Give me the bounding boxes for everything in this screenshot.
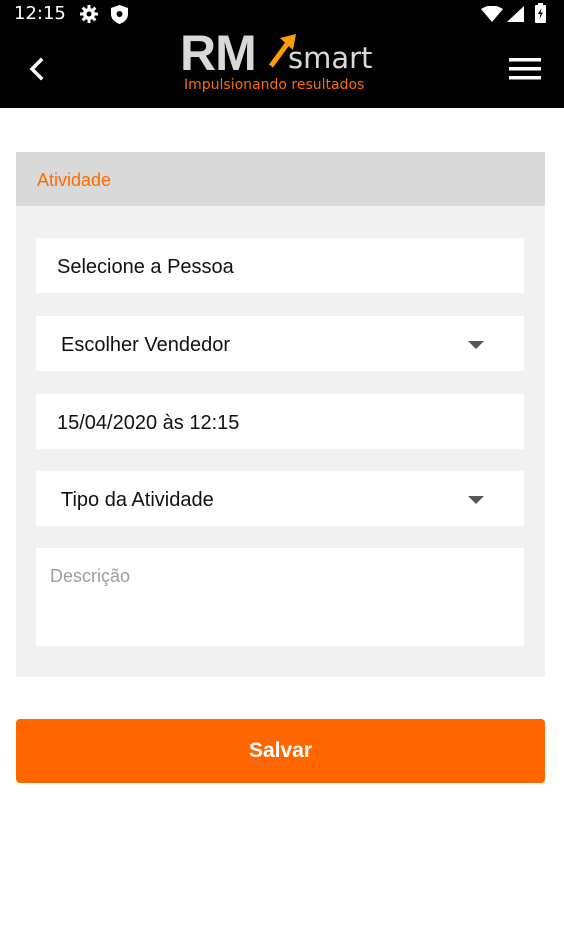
logo-tagline: Impulsionando resultados bbox=[184, 77, 365, 93]
person-select-field[interactable]: Selecione a Pessoa bbox=[36, 238, 524, 293]
caret-down-icon bbox=[468, 341, 484, 349]
save-button-label: Salvar bbox=[248, 739, 313, 762]
seller-dropdown-value: Escolher Vendedor bbox=[61, 334, 231, 356]
back-button[interactable] bbox=[22, 54, 52, 84]
app-logo: RM smart Impulsionando resultados bbox=[180, 25, 390, 100]
status-time: 12:15 bbox=[14, 3, 66, 24]
gear-icon bbox=[80, 5, 98, 28]
menu-button[interactable] bbox=[505, 55, 545, 83]
datetime-value: 15/04/2020 às 12:15 bbox=[57, 412, 240, 434]
activity-type-dropdown[interactable]: Tipo da Atividade bbox=[36, 471, 524, 526]
battery-icon bbox=[535, 3, 546, 28]
activity-form-card: Atividade Selecione a Pessoa Escolher Ve… bbox=[16, 152, 545, 677]
app-bar: RM smart Impulsionando resultados bbox=[0, 25, 564, 108]
wifi-icon bbox=[481, 5, 503, 27]
logo-secondary-text: smart bbox=[288, 41, 373, 75]
caret-down-icon bbox=[468, 496, 484, 504]
description-textarea[interactable]: Descrição bbox=[36, 548, 524, 646]
seller-dropdown[interactable]: Escolher Vendedor bbox=[36, 316, 524, 371]
chevron-left-icon bbox=[22, 57, 52, 88]
logo-primary-text: RM bbox=[180, 25, 257, 81]
activity-type-value: Tipo da Atividade bbox=[61, 489, 214, 511]
save-button[interactable]: Salvar bbox=[16, 719, 545, 783]
card-title: Atividade bbox=[37, 170, 112, 190]
hamburger-menu-icon bbox=[505, 58, 545, 87]
description-placeholder: Descrição bbox=[50, 566, 131, 586]
person-field-text: Selecione a Pessoa bbox=[57, 256, 234, 278]
signal-icon bbox=[507, 6, 524, 27]
status-bar: 12:15 bbox=[0, 0, 564, 28]
datetime-field[interactable]: 15/04/2020 às 12:15 bbox=[36, 394, 524, 449]
card-header: Atividade bbox=[16, 152, 545, 206]
shield-icon bbox=[111, 5, 128, 29]
